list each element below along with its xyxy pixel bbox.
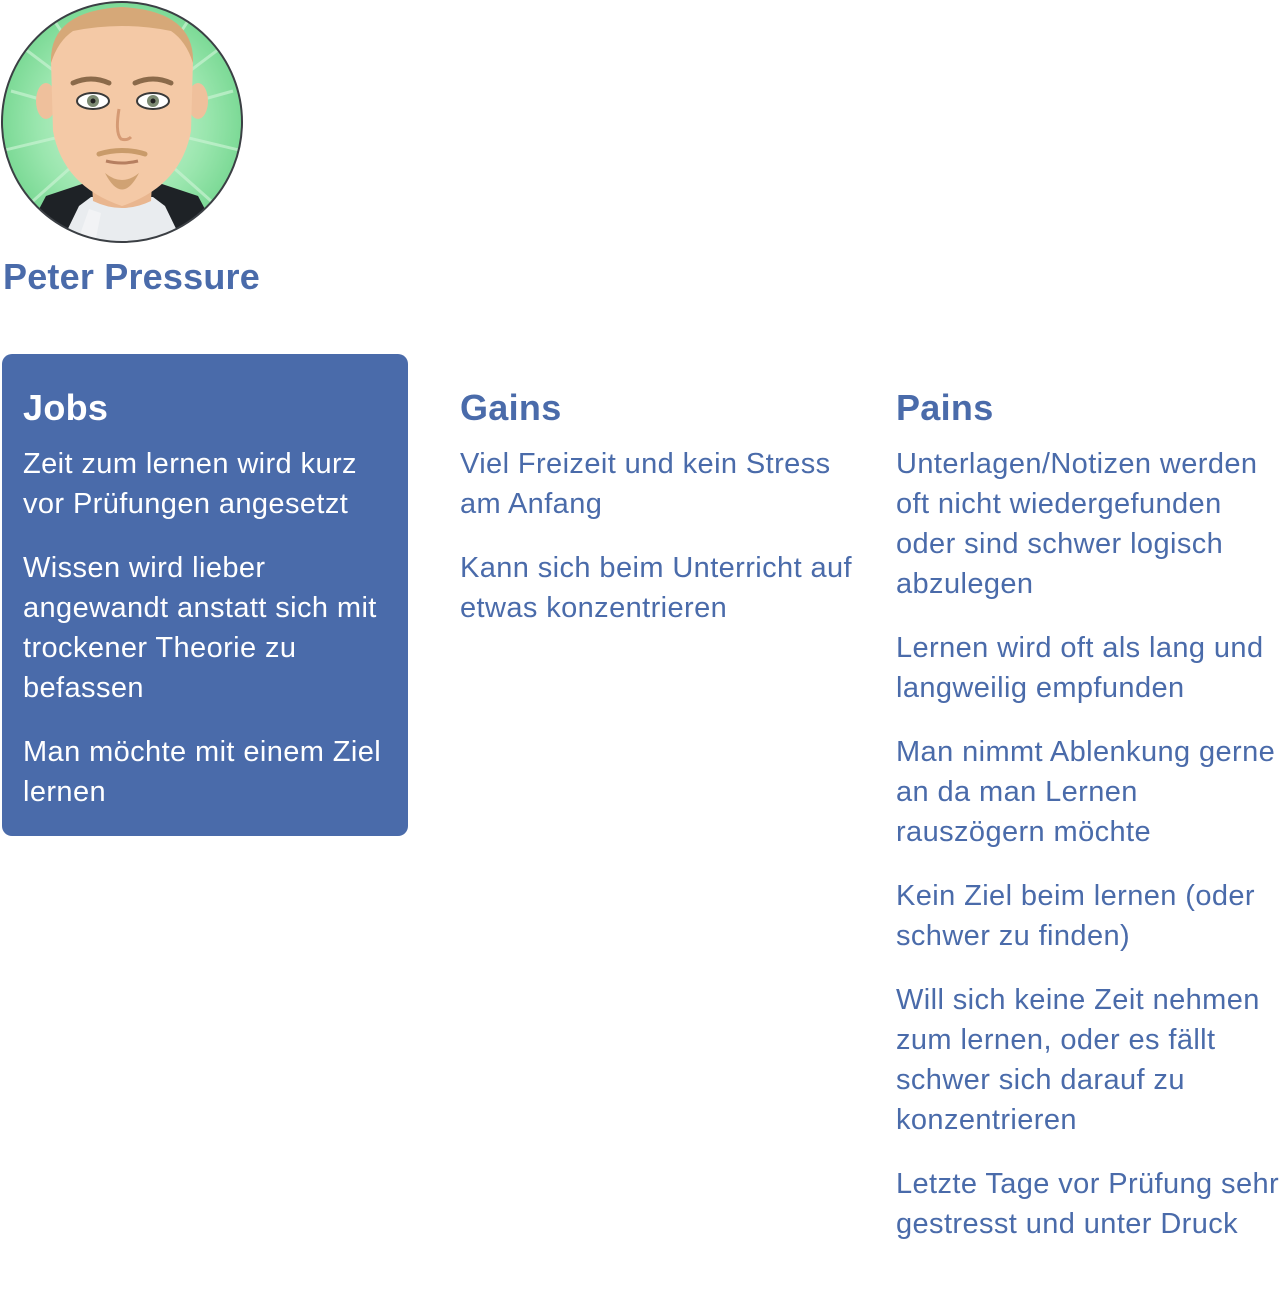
jobs-item: Wissen wird lieber angewandt anstatt sic… xyxy=(23,552,377,704)
gains-title: Gains xyxy=(460,387,562,428)
persona-name: Peter Pressure xyxy=(3,256,260,297)
jobs-card: Jobs Zeit zum lernen wird kurz vor Prüfu… xyxy=(2,354,408,836)
jobs-title: Jobs xyxy=(23,387,109,428)
persona-avatar xyxy=(1,1,243,243)
pains-item: Unterlagen/Notizen werden oft nicht wied… xyxy=(896,448,1258,600)
jobs-list: Zeit zum lernen wird kurz vor Prüfungen … xyxy=(23,444,388,812)
pains-item: Kein Ziel beim lernen (oder schwer zu fi… xyxy=(896,880,1255,952)
pains-item: Will sich keine Zeit nehmen zum lernen, … xyxy=(896,984,1260,1136)
pains-item: Letzte Tage vor Prüfung sehr gestresst u… xyxy=(896,1168,1280,1240)
gains-list: Viel Freizeit und kein Stress am Anfang … xyxy=(460,444,860,628)
pains-list: Unterlagen/Notizen werden oft nicht wied… xyxy=(896,444,1280,1244)
gains-item: Kann sich beim Unterricht auf etwas konz… xyxy=(460,552,852,624)
jobs-item: Man möchte mit einem Ziel lernen xyxy=(23,736,382,808)
pains-item: Man nimmt Ablenkung gerne an da man Lern… xyxy=(896,736,1276,848)
pains-column: Pains Unterlagen/Notizen werden oft nich… xyxy=(896,354,1280,1268)
jobs-item: Zeit zum lernen wird kurz vor Prüfungen … xyxy=(23,448,357,520)
gains-column: Gains Viel Freizeit und kein Stress am A… xyxy=(460,354,860,652)
pains-item: Lernen wird oft als lang und langweilig … xyxy=(896,632,1264,704)
cartoon-man-avatar-icon xyxy=(1,1,243,243)
pains-title: Pains xyxy=(896,387,994,428)
gains-item: Viel Freizeit und kein Stress am Anfang xyxy=(460,448,831,520)
